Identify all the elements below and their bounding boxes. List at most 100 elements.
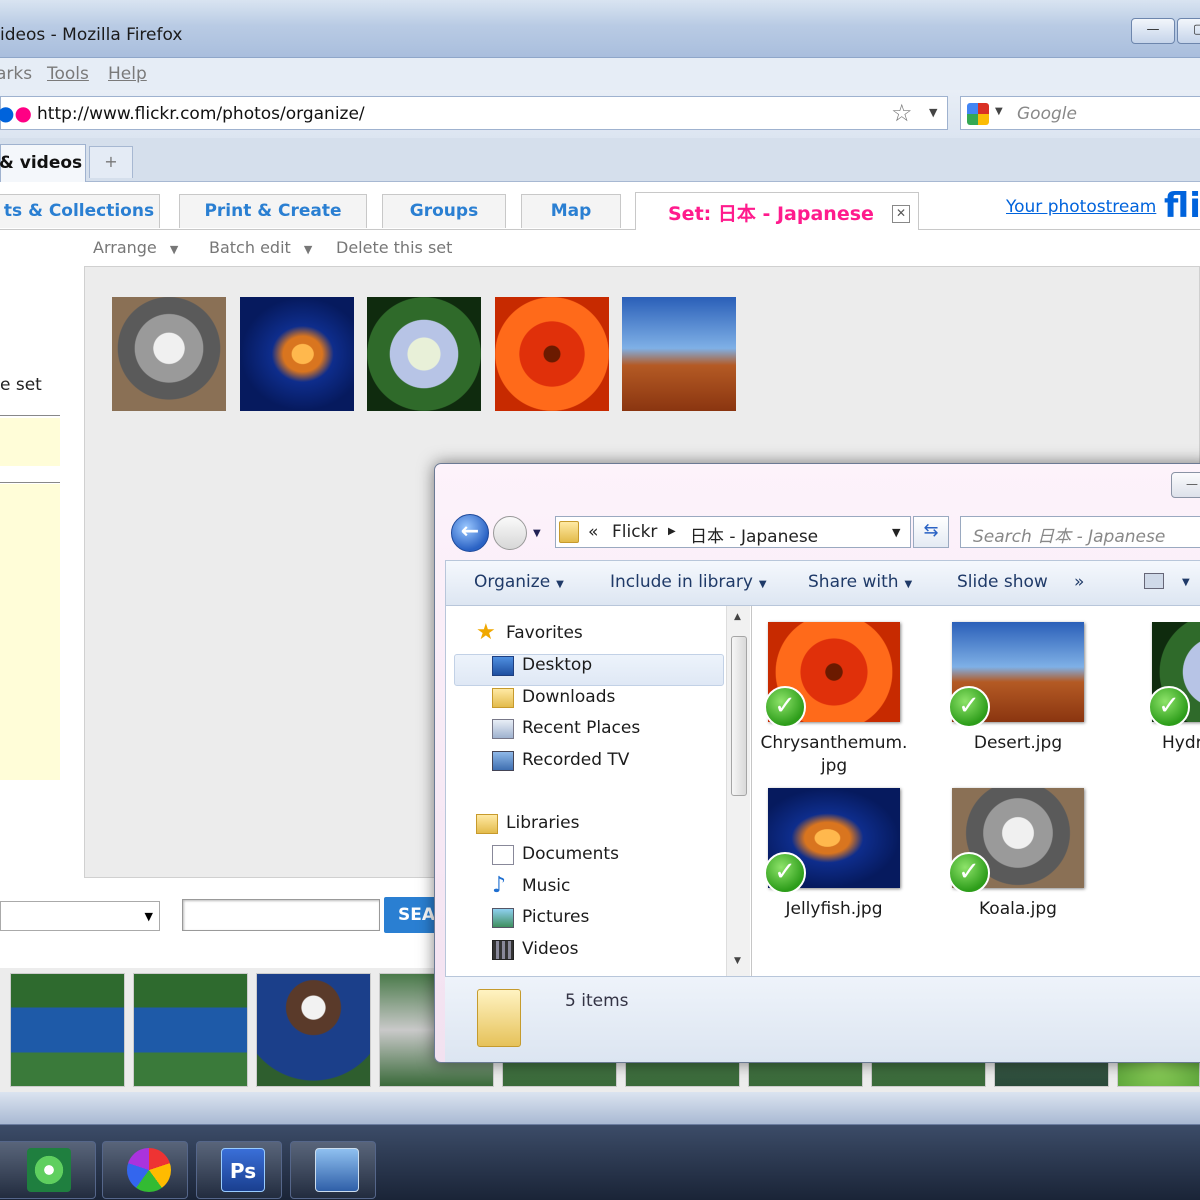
- search-bar[interactable]: ▼ Google: [960, 96, 1200, 130]
- window-title: ideos - Mozilla Firefox: [0, 25, 183, 45]
- slide-show-button[interactable]: Slide show: [957, 572, 1048, 592]
- browser-tab-label: & videos: [0, 153, 83, 173]
- delete-set-button[interactable]: Delete this set: [336, 238, 452, 257]
- remote-desktop-icon: [315, 1148, 359, 1192]
- view-dropdown-icon[interactable]: ▼: [1182, 577, 1190, 588]
- menu-tools[interactable]: Tools: [47, 64, 89, 84]
- item-count: 5 items: [565, 991, 629, 1011]
- file-thumbnail: ✓: [948, 788, 1084, 894]
- breadcrumb-overflow[interactable]: «: [588, 522, 598, 542]
- breadcrumb-flickr[interactable]: Flickr: [612, 522, 657, 542]
- downloads-icon: [492, 688, 514, 708]
- scroll-up-icon[interactable]: ▲: [734, 612, 741, 622]
- set-photo-chrysanthemum[interactable]: [495, 297, 609, 411]
- new-tab-button[interactable]: +: [89, 146, 133, 178]
- film-photo[interactable]: [256, 973, 371, 1087]
- set-photo-jellyfish[interactable]: [240, 297, 354, 411]
- taskbar-photoshop[interactable]: Ps: [196, 1141, 282, 1199]
- tab-print-create[interactable]: Print & Create: [179, 194, 367, 228]
- sync-check-icon: ✓: [948, 686, 990, 728]
- explorer-search-input[interactable]: Search 日本 - Japanese: [960, 516, 1200, 548]
- bookmark-star-icon[interactable]: ☆: [891, 99, 913, 127]
- set-photo-desert[interactable]: [622, 297, 736, 411]
- sync-check-icon: ✓: [764, 686, 806, 728]
- file-thumbnail: ✓: [948, 622, 1084, 728]
- back-arrow-icon[interactable]: ←: [451, 514, 489, 552]
- organize-button[interactable]: Organize ▼: [474, 572, 564, 592]
- set-title-field[interactable]: [0, 418, 60, 466]
- search-input[interactable]: [182, 899, 380, 931]
- your-photostream-link[interactable]: Your photostream: [1006, 197, 1156, 217]
- tab-map[interactable]: Map: [521, 194, 621, 228]
- arrange-menu[interactable]: Arrange ▼: [93, 238, 178, 257]
- url-text: http://www.flickr.com/photos/organize/: [37, 104, 365, 124]
- taskbar-app-starburst[interactable]: [0, 1141, 96, 1199]
- breadcrumb-chevron-icon[interactable]: ▶: [668, 526, 676, 537]
- scrollbar-thumb[interactable]: [731, 636, 747, 796]
- browser-titlebar: ideos - Mozilla Firefox — ▢: [0, 0, 1200, 58]
- sync-check-icon: ✓: [1148, 686, 1190, 728]
- left-panel-label: e set: [0, 375, 42, 395]
- film-photo[interactable]: [133, 973, 248, 1087]
- minimize-button[interactable]: —: [1131, 18, 1175, 44]
- tv-icon: [492, 751, 514, 771]
- film-photo[interactable]: [10, 973, 125, 1087]
- menu-bar: arks Tools Help: [0, 58, 1200, 90]
- pictures-icon: [492, 908, 514, 928]
- file-thumbnail: ✓: [764, 622, 900, 728]
- details-pane: 5 items: [445, 976, 1200, 1062]
- tab-groups[interactable]: Groups: [382, 194, 506, 228]
- explorer-window: — ← ▼ « Flickr ▶ 日本 - Japanese ▼ ⇆ Searc…: [434, 463, 1200, 1063]
- set-photo-hydrangea[interactable]: [367, 297, 481, 411]
- flickr-favicon-icon: ●●: [0, 101, 32, 125]
- batch-edit-menu[interactable]: Batch edit ▼: [209, 238, 312, 257]
- file-chrysanthemum[interactable]: ✓ Chrysanthemum. jpg: [754, 622, 914, 778]
- taskbar-picasa[interactable]: [102, 1141, 188, 1199]
- maximize-button[interactable]: ▢: [1177, 18, 1200, 44]
- file-name: Jellyfish.jpg: [785, 899, 883, 919]
- address-dropdown-icon[interactable]: ▼: [892, 526, 900, 539]
- taskbar: Ps: [0, 1124, 1200, 1200]
- refresh-icon[interactable]: ⇆: [913, 516, 949, 548]
- more-commands-button[interactable]: »: [1074, 572, 1084, 592]
- file-desert[interactable]: ✓ Desert.jpg: [938, 622, 1098, 755]
- tab-sets-collections[interactable]: ts & Collections: [0, 194, 160, 228]
- engine-dropdown-icon[interactable]: ▼: [995, 106, 1003, 117]
- sync-check-icon: ✓: [948, 852, 990, 894]
- set-description-field[interactable]: [0, 484, 60, 780]
- address-bar[interactable]: « Flickr ▶ 日本 - Japanese ▼: [555, 516, 911, 548]
- view-options-icon[interactable]: [1144, 573, 1164, 589]
- set-photo-koala[interactable]: [112, 297, 226, 411]
- search-placeholder: Google: [1017, 104, 1077, 124]
- share-with-button[interactable]: Share with ▼: [808, 572, 912, 592]
- file-list: ✓ Chrysanthemum. jpg ✓ Desert.jpg ✓ Hydr…: [751, 606, 1200, 976]
- search-scope-select[interactable]: ▼: [0, 901, 160, 931]
- browser-tab[interactable]: & videos: [0, 144, 86, 182]
- nav-scrollbar[interactable]: ▲ ▼: [726, 606, 750, 976]
- tab-set-japanese[interactable]: Set: 日本 - Japanese ✕: [635, 192, 919, 230]
- menu-bookmarks[interactable]: arks: [0, 64, 32, 84]
- close-tab-icon[interactable]: ✕: [892, 205, 910, 223]
- file-koala[interactable]: ✓ Koala.jpg: [938, 788, 1098, 921]
- google-engine-icon[interactable]: [967, 103, 989, 125]
- sync-check-icon: ✓: [764, 852, 806, 894]
- navigation-toolbar: ●● http://www.flickr.com/photos/organize…: [0, 90, 1200, 138]
- menu-help[interactable]: Help: [108, 64, 147, 84]
- picasa-icon: [127, 1148, 171, 1192]
- command-bar: Organize ▼ Include in library ▼ Share with…: [445, 560, 1200, 606]
- file-name: Hydra: [1162, 733, 1200, 753]
- tab-set-label: Set: 日本 - Japanese: [668, 203, 874, 225]
- include-in-library-button[interactable]: Include in library ▼: [610, 572, 767, 592]
- forward-arrow-icon[interactable]: [493, 516, 527, 550]
- breadcrumb-japanese[interactable]: 日本 - Japanese: [690, 522, 818, 547]
- file-jellyfish[interactable]: ✓ Jellyfish.jpg: [754, 788, 914, 921]
- url-dropdown-icon[interactable]: ▼: [929, 106, 937, 119]
- explorer-minimize-button[interactable]: —: [1171, 472, 1200, 498]
- url-bar[interactable]: ●● http://www.flickr.com/photos/organize…: [0, 96, 948, 130]
- taskbar-remote-desktop[interactable]: [290, 1141, 376, 1199]
- folder-icon: [559, 521, 579, 543]
- file-hydrangea[interactable]: ✓ Hydra: [1122, 622, 1200, 755]
- scroll-down-icon[interactable]: ▼: [734, 956, 741, 966]
- recent-pages-dropdown-icon[interactable]: ▼: [533, 528, 541, 539]
- explorer-search-placeholder: Search 日本 - Japanese: [973, 527, 1166, 547]
